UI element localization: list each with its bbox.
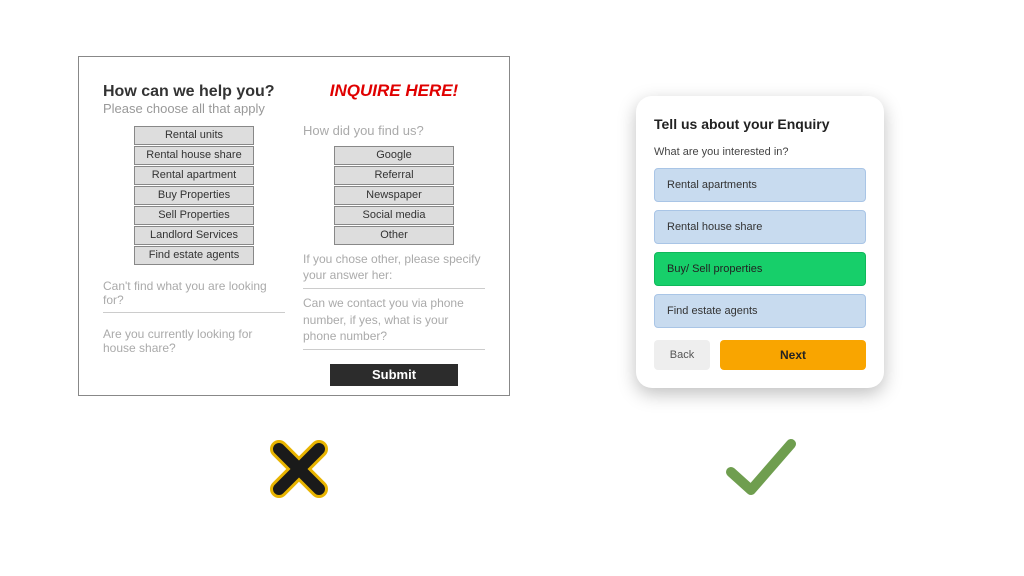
card-question: What are you interested in? bbox=[654, 146, 866, 158]
option-buy-properties[interactable]: Buy Properties bbox=[134, 186, 254, 205]
input-line[interactable] bbox=[303, 344, 485, 350]
contact-phone-prompt: Can we contact you via phone number, if … bbox=[303, 295, 485, 344]
check-icon bbox=[723, 436, 799, 500]
good-form-example: Tell us about your Enquiry What are you … bbox=[636, 96, 884, 388]
findus-newspaper[interactable]: Newspaper bbox=[334, 186, 454, 205]
option-landlord-services[interactable]: Landlord Services bbox=[134, 226, 254, 245]
option-rental-apartments[interactable]: Rental apartments bbox=[654, 168, 866, 202]
findus-social-media[interactable]: Social media bbox=[334, 206, 454, 225]
prompt-house-share: Are you currently looking for house shar… bbox=[103, 327, 285, 355]
input-line[interactable] bbox=[103, 307, 285, 313]
next-button[interactable]: Next bbox=[720, 340, 866, 370]
card-actions: Back Next bbox=[654, 340, 866, 370]
findus-referral[interactable]: Referral bbox=[334, 166, 454, 185]
option-find-estate-agents[interactable]: Find estate agents bbox=[134, 246, 254, 265]
left-column: How can we help you? Please choose all t… bbox=[103, 77, 285, 386]
find-us-question: How did you find us? bbox=[303, 123, 485, 138]
findus-google[interactable]: Google bbox=[334, 146, 454, 165]
submit-button[interactable]: Submit bbox=[330, 364, 458, 386]
option-rental-units[interactable]: Rental units bbox=[134, 126, 254, 145]
form-subheading: Please choose all that apply bbox=[103, 101, 285, 116]
input-line[interactable] bbox=[303, 283, 485, 289]
option-buy-sell-properties[interactable]: Buy/ Sell properties bbox=[654, 252, 866, 286]
findus-other[interactable]: Other bbox=[334, 226, 454, 245]
card-title: Tell us about your Enquiry bbox=[654, 116, 866, 132]
form-heading: How can we help you? bbox=[103, 83, 285, 101]
option-rental-house-share[interactable]: Rental house share bbox=[134, 146, 254, 165]
inquire-heading: INQUIRE HERE! bbox=[303, 81, 485, 101]
bad-form-example: How can we help you? Please choose all t… bbox=[78, 56, 510, 396]
right-column: INQUIRE HERE! How did you find us? Googl… bbox=[303, 77, 485, 386]
option-sell-properties[interactable]: Sell Properties bbox=[134, 206, 254, 225]
prompt-cant-find: Can't find what you are looking for? bbox=[103, 279, 285, 307]
other-specify-prompt: If you chose other, please specify your … bbox=[303, 251, 485, 283]
option-rental-house-share[interactable]: Rental house share bbox=[654, 210, 866, 244]
back-button[interactable]: Back bbox=[654, 340, 710, 370]
option-rental-apartment[interactable]: Rental apartment bbox=[134, 166, 254, 185]
cross-icon bbox=[267, 437, 331, 501]
option-find-estate-agents[interactable]: Find estate agents bbox=[654, 294, 866, 328]
